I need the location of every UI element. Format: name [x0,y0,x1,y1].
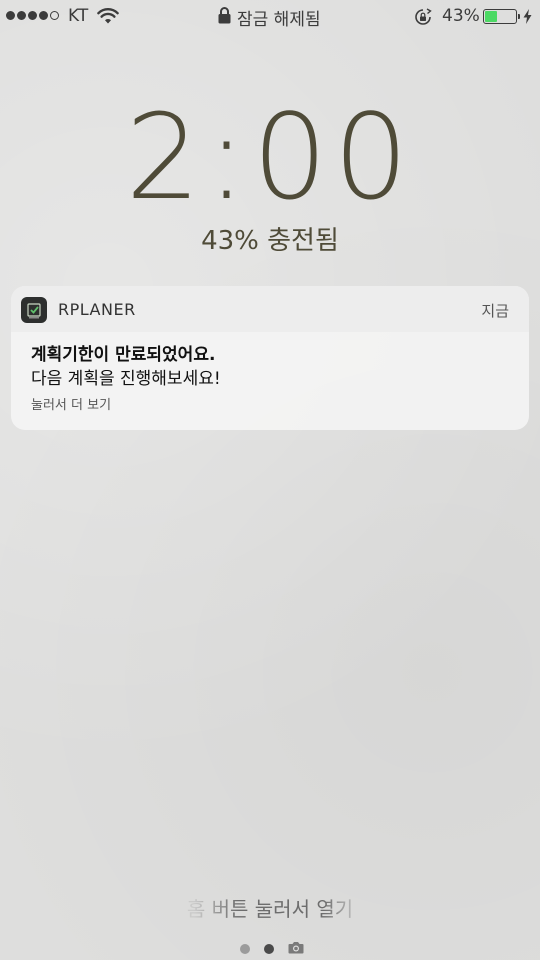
orientation-lock-icon [414,8,432,31]
status-bar: KT 잠금 해제됨 43% [0,0,540,34]
page-dot-2[interactable] [264,943,274,954]
unlock-hint: 홈 버튼 눌러서 열기 [186,897,354,921]
page-dot-1[interactable] [240,943,250,954]
lock-status: 잠금 해제됨 [218,5,321,30]
wifi-icon [97,7,119,30]
signal-strength-icon [6,11,59,20]
page-indicator[interactable] [240,939,304,958]
battery-percent: 43% [442,6,480,26]
charging-status: 43% 충전됨 [201,226,339,256]
notification-body: 계획기한이 만료되었어요. 다음 계획을 진행해보세요! 눌러서 더 보기 [31,343,509,413]
charging-bolt-icon [523,9,532,29]
lock-status-label: 잠금 해제됨 [237,10,321,30]
notification-more-hint: 눌러서 더 보기 [31,398,112,413]
notification-header: RPLANER 지금 [11,286,529,332]
app-icon [21,297,47,323]
battery-level-fill [485,11,497,22]
notification-message: 다음 계획을 진행해보세요! [31,369,221,389]
notification-card[interactable]: RPLANER 지금 계획기한이 만료되었어요. 다음 계획을 진행해보세요! … [11,286,529,430]
lock-screen-clock: 2:00 [125,88,415,226]
camera-icon[interactable] [288,939,304,958]
notification-title: 계획기한이 만료되었어요. [31,345,216,365]
battery-icon [483,9,520,24]
notification-app-name: RPLANER [58,300,136,319]
carrier-name: KT [68,6,89,26]
lock-icon [218,6,231,29]
notification-time: 지금 [481,302,509,320]
